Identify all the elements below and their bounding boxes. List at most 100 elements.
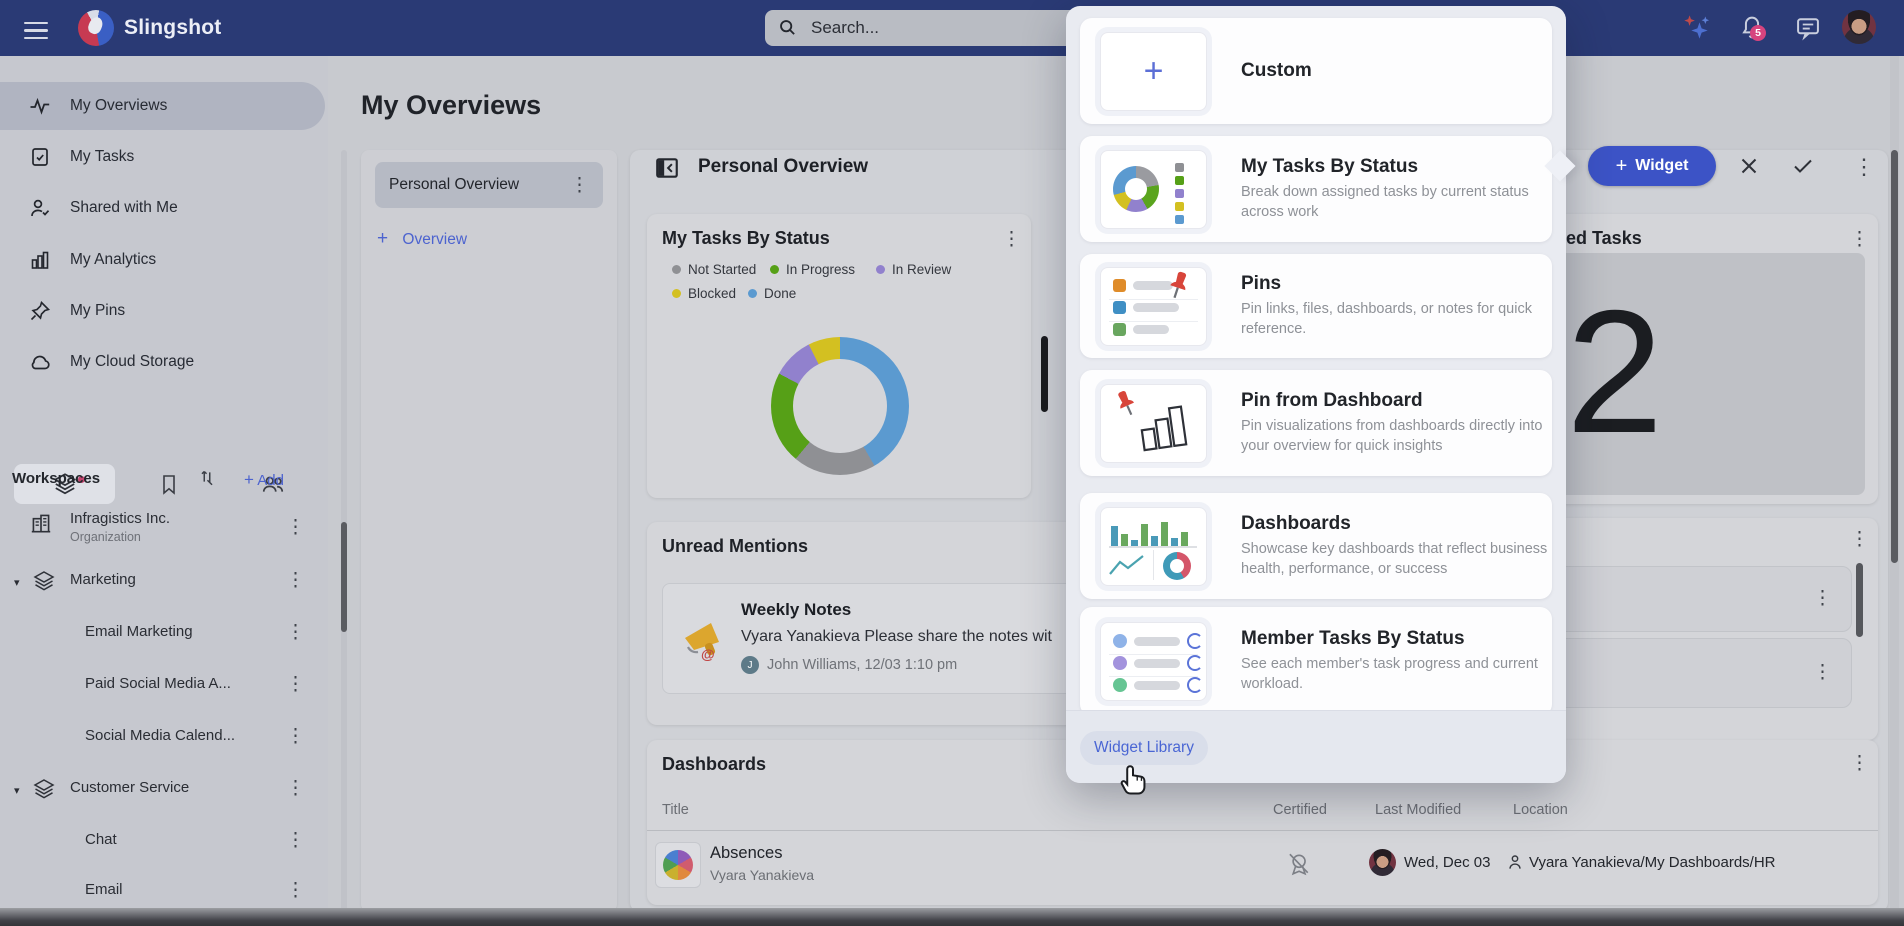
workspace-item-social-calendar[interactable]: Social Media Calend... ⋮ [0,724,328,764]
workspace-item-customer-service[interactable]: ▾ Customer Service ⋮ [0,776,328,816]
close-icon[interactable] [1737,154,1761,178]
plus-icon: + [1616,155,1628,178]
sidebar-item-my-cloud-storage[interactable]: My Cloud Storage [0,338,325,386]
popup-item-member-tasks-by-status[interactable]: Member Tasks By Status See each member's… [1080,607,1552,716]
slingshot-logo-icon [78,10,114,46]
widget-menu-icon[interactable]: ⋮ [1850,230,1869,249]
popup-item-my-tasks-by-status[interactable]: My Tasks By Status Break down assigned t… [1080,136,1552,242]
confirm-check-icon[interactable] [1790,154,1816,178]
window-bottom-edge [0,908,1904,926]
workspace-item-infragistics[interactable]: Infragistics Inc. Organization ⋮ [0,504,328,562]
popup-item-pins[interactable]: Pins Pin links, files, dashboards, or no… [1080,254,1552,358]
table-row[interactable]: Absences Vyara Yanakieva Wed, Dec 03 Vya… [647,831,1878,899]
widget-menu-icon[interactable]: ⋮ [1850,530,1869,549]
notifications-bell-icon[interactable]: 5 [1738,13,1766,41]
overview-item-menu-icon[interactable]: ⋮ [570,176,589,195]
sidebar-item-my-tasks[interactable]: My Tasks [0,133,325,181]
user-avatar[interactable] [1842,10,1876,44]
workspace-menu-icon[interactable]: ⋮ [286,518,305,537]
add-overview-button[interactable]: + Overview [377,228,467,250]
widget-my-tasks-by-status: My Tasks By Status ⋮ Not Started In Prog… [647,214,1031,498]
chevron-down-icon[interactable]: ▾ [14,784,20,797]
bar-chart-outline-icon [1137,403,1195,455]
workspaces-heading: Workspaces [12,470,100,487]
mention-title: Weekly Notes [741,600,851,620]
person-icon [1505,852,1525,872]
column-header-location[interactable]: Location [1513,802,1568,818]
plus-icon: + [1101,33,1206,110]
workspace-item-marketing[interactable]: ▾ Marketing ⋮ [0,568,328,608]
legend-item[interactable]: Done [748,286,796,301]
left-sidebar: My Overviews My Tasks Shared with Me My … [0,56,328,908]
workspace-menu-icon[interactable]: ⋮ [286,831,305,850]
legend-item[interactable]: Not Started [672,262,756,277]
donut-hole [793,359,887,453]
pins-thumbnail [1100,267,1207,346]
workspace-menu-icon[interactable]: ⋮ [286,881,305,900]
layers-icon [32,777,56,801]
cloud-icon [28,350,52,374]
person-check-icon [28,196,52,220]
workspace-menu-icon[interactable]: ⋮ [286,675,305,694]
popup-item-pin-from-dashboard[interactable]: Pin from Dashboard Pin visualizations fr… [1080,370,1552,476]
plus-icon: + [377,228,388,249]
widget-scrollbar-thumb[interactable] [1856,563,1863,637]
building-icon [28,510,54,536]
workspace-item-email-marketing[interactable]: Email Marketing ⋮ [0,620,328,660]
ai-sparkles-icon[interactable] [1680,13,1712,41]
overview-list-item-selected[interactable]: Personal Overview ⋮ [375,162,603,208]
not-certified-icon [1285,851,1311,877]
dashboard-thumbnail [655,842,701,888]
pin-from-dashboard-thumbnail [1100,384,1207,463]
sort-icon[interactable] [196,466,218,488]
column-header-certified[interactable]: Certified [1273,802,1327,818]
column-header-last-modified[interactable]: Last Modified [1375,802,1461,818]
dashboards-thumbnail [1100,507,1207,586]
custom-thumbnail: + [1100,32,1207,111]
dashboard-title[interactable]: Absences [710,844,782,863]
workspace-item-chat[interactable]: Chat ⋮ [0,828,328,868]
legend-item[interactable]: Blocked [672,286,736,301]
modifier-avatar [1369,849,1396,876]
legend-item[interactable]: In Review [876,262,951,277]
row-menu-icon[interactable]: ⋮ [1813,663,1832,682]
clipboard-check-icon [28,145,52,169]
widget-menu-icon[interactable]: ⋮ [1002,230,1021,249]
workspace-menu-icon[interactable]: ⋮ [286,571,305,590]
sidebar-item-my-analytics[interactable]: My Analytics [0,236,325,284]
sidebar-item-shared-with-me[interactable]: Shared with Me [0,184,325,232]
sidebar-item-my-overviews[interactable]: My Overviews [0,82,325,130]
page-scrollbar-thumb[interactable] [1891,150,1898,563]
svg-text:@: @ [701,646,715,662]
plus-icon: + [244,470,254,489]
legend-item[interactable]: In Progress [770,262,855,277]
messages-icon[interactable] [1794,14,1822,42]
board-menu-icon[interactable]: ⋮ [1853,156,1875,178]
menu-icon[interactable] [24,17,48,44]
author-avatar: J [741,656,759,674]
app-window: Slingshot 5 [0,0,1904,926]
sidebar-item-my-pins[interactable]: My Pins [0,287,325,335]
brand-name: Slingshot [124,16,221,40]
row-menu-icon[interactable]: ⋮ [1813,589,1832,608]
popup-item-custom[interactable]: + Custom [1080,18,1552,124]
add-widget-button[interactable]: + Widget [1588,146,1716,186]
collapse-panel-icon[interactable] [654,155,680,181]
workspace-menu-icon[interactable]: ⋮ [286,727,305,746]
workspace-item-paid-social[interactable]: Paid Social Media A... ⋮ [0,672,328,712]
column-header-title[interactable]: Title [662,802,689,818]
color-wheel-icon [663,850,693,880]
chevron-down-icon[interactable]: ▾ [14,576,20,589]
widget-menu-icon[interactable]: ⋮ [1850,754,1869,773]
top-navbar: Slingshot 5 [0,0,1904,56]
popup-item-dashboards[interactable]: Dashboards Showcase key dashboards that … [1080,493,1552,599]
widget-resize-handle[interactable] [1041,336,1048,412]
tasks-donut-thumbnail [1100,150,1207,229]
workspace-menu-icon[interactable]: ⋮ [286,623,305,642]
content-scrollbar-thumb[interactable] [341,522,347,632]
search-input[interactable] [765,10,1093,46]
workspace-menu-icon[interactable]: ⋮ [286,779,305,798]
search-icon [777,17,799,39]
add-workspace-button[interactable]: + Add [244,470,284,490]
page-title: My Overviews [361,90,541,121]
